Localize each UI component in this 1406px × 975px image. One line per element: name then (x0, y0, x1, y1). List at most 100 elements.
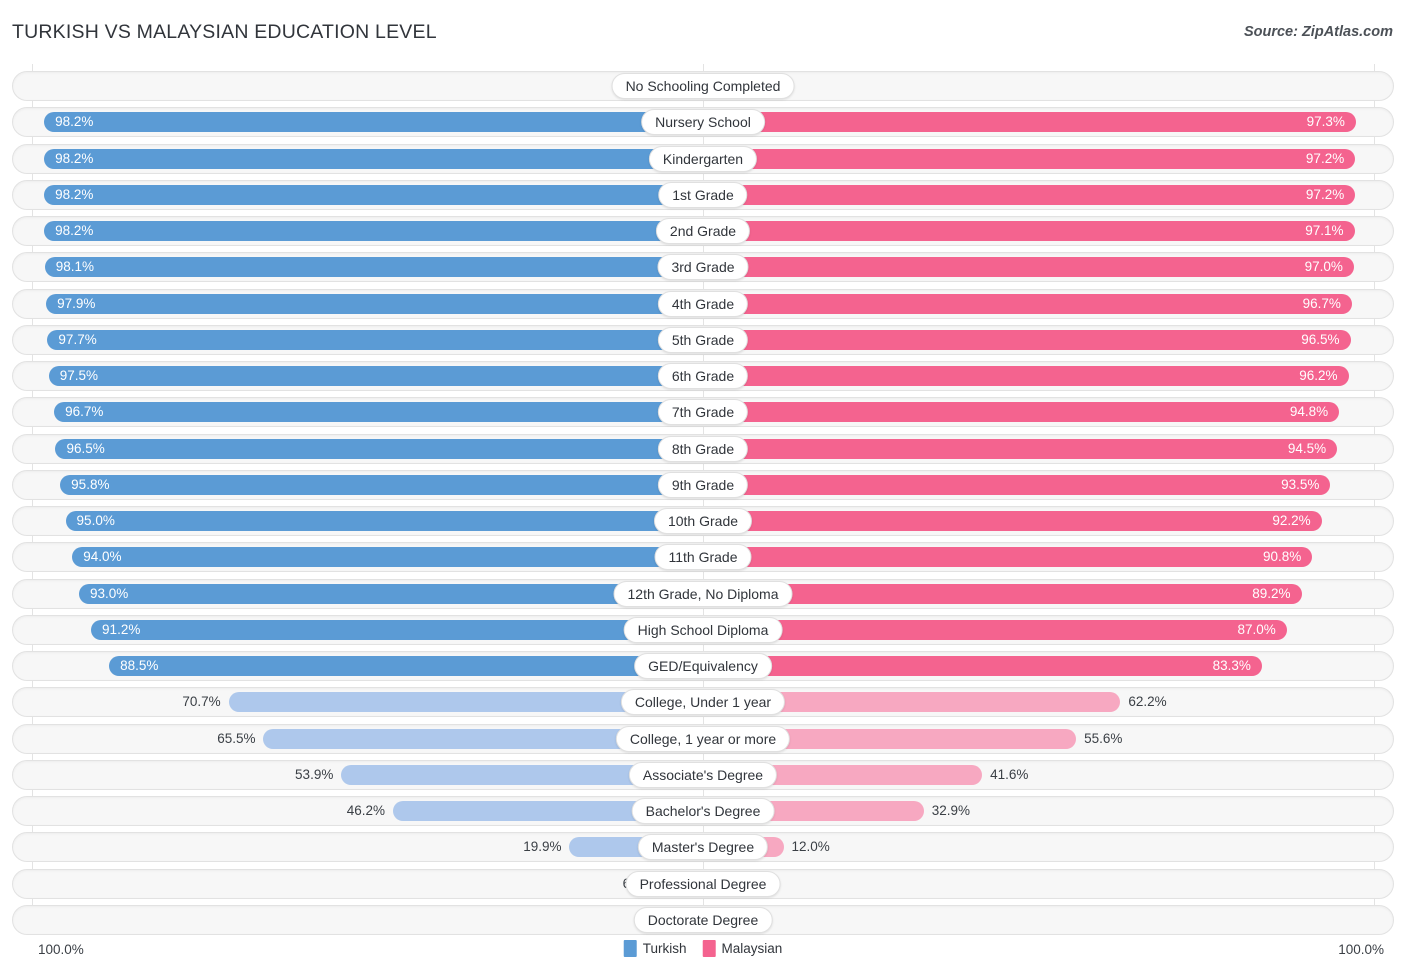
chart-row: 96.5% 94.5% 8th Grade (0, 433, 1406, 464)
chart-row: 95.8% 93.5% 9th Grade (0, 469, 1406, 500)
category-label[interactable]: Nursery School (641, 109, 765, 136)
legend-item[interactable]: Malaysian (702, 940, 782, 957)
category-label[interactable]: 3rd Grade (657, 254, 749, 281)
value-label-malaysian: 97.2% (1305, 186, 1345, 202)
category-label[interactable]: GED/Equivalency (634, 653, 772, 680)
chart-row: 65.5% 55.6% College, 1 year or more (0, 723, 1406, 754)
value-label-malaysian: 94.5% (1287, 440, 1327, 456)
category-label[interactable]: Master's Degree (637, 834, 769, 861)
chart-row: 95.0% 92.2% 10th Grade (0, 506, 1406, 537)
chart-row: 98.2% 97.1% 2nd Grade (0, 216, 1406, 247)
bar-turkish (44, 112, 703, 133)
category-label[interactable]: No Schooling Completed (611, 73, 795, 99)
value-label-turkish: 70.7% (182, 694, 221, 710)
source-attribution: Source: ZipAtlas.com (1243, 24, 1393, 40)
category-label[interactable]: 4th Grade (657, 290, 749, 317)
category-label[interactable]: Professional Degree (625, 870, 781, 897)
value-label-malaysian: 32.9% (931, 803, 971, 819)
category-label[interactable]: 12th Grade, No Diploma (613, 580, 793, 607)
value-label-malaysian: 97.3% (1306, 114, 1345, 130)
bar-turkish (47, 329, 703, 350)
value-label-turkish: 98.1% (55, 259, 95, 275)
value-label-turkish: 97.5% (59, 368, 99, 384)
bar-turkish (46, 293, 703, 314)
bar-turkish (55, 438, 703, 459)
value-label-malaysian: 96.2% (1299, 368, 1338, 384)
category-label[interactable]: 6th Grade (657, 363, 749, 390)
chart-row: 98.1% 97.0% 3rd Grade (0, 252, 1406, 283)
bar-turkish (44, 184, 703, 205)
value-label-malaysian: 94.8% (1289, 404, 1329, 420)
value-label-turkish: 97.7% (58, 331, 97, 347)
bar-turkish (44, 148, 703, 169)
bar-turkish (54, 402, 703, 423)
chart-legend: Turkish Malaysian (623, 940, 782, 957)
value-label-turkish: 96.7% (65, 404, 104, 420)
value-label-turkish: 95.8% (71, 476, 110, 492)
value-label-turkish: 19.9% (523, 839, 562, 855)
category-label[interactable]: 9th Grade (657, 471, 749, 498)
value-label-malaysian: 83.3% (1212, 658, 1251, 674)
value-label-turkish: 1.8% (0, 71, 683, 101)
chart-row: 97.5% 96.2% 6th Grade (0, 361, 1406, 392)
chart-row: 98.2% 97.3% Nursery School (0, 107, 1406, 138)
category-label[interactable]: 1st Grade (658, 181, 748, 208)
chart-row: 94.0% 90.8% 11th Grade (0, 542, 1406, 573)
bar-turkish (48, 366, 703, 387)
chart-footer: 100.0% 100.0% Turkish Malaysian (0, 938, 1406, 968)
value-label-malaysian: 97.2% (1305, 150, 1345, 166)
value-label-malaysian: 93.5% (1281, 476, 1320, 492)
value-label-malaysian: 41.6% (990, 766, 1029, 782)
value-label-turkish: 98.2% (55, 114, 94, 130)
bar-turkish (78, 583, 703, 604)
category-label[interactable]: 2nd Grade (655, 218, 751, 245)
value-label-malaysian: 90.8% (1262, 549, 1302, 565)
chart-plot-area: 1.8%2.8%No Schooling Completed 98.2% 97.3%… (0, 64, 1406, 938)
legend-swatch (623, 940, 637, 957)
value-label-turkish: 91.2% (102, 621, 141, 637)
category-label[interactable]: 7th Grade (657, 399, 749, 426)
chart-row: 19.9% 12.0% Master's Degree (0, 832, 1406, 863)
chart-row: 96.7% 94.8% 7th Grade (0, 397, 1406, 428)
value-label-turkish: 95.0% (76, 513, 115, 529)
category-label[interactable]: Kindergarten (648, 145, 758, 172)
chart-row: 93.0% 89.2% 12th Grade, No Diploma (0, 578, 1406, 609)
category-label[interactable]: 8th Grade (657, 435, 749, 462)
category-label[interactable]: Bachelor's Degree (631, 798, 775, 825)
value-label-malaysian: 55.6% (1084, 730, 1123, 746)
value-label-malaysian: 62.2% (1128, 694, 1167, 710)
axis-end-label-right: 100.0% (1338, 942, 1384, 957)
category-label[interactable]: College, Under 1 year (620, 689, 786, 716)
chart-row: 53.9% 41.6% Associate's Degree (0, 759, 1406, 790)
value-label-turkish: 96.5% (66, 440, 105, 456)
category-label[interactable]: College, 1 year or more (615, 725, 791, 752)
value-label-malaysian: 96.5% (1301, 331, 1340, 347)
chart-row: 97.7% 96.5% 5th Grade (0, 324, 1406, 355)
chart-root: TURKISH VS MALAYSIAN EDUCATION LEVEL Sou… (0, 0, 1406, 975)
value-label-malaysian: 97.0% (1304, 259, 1343, 275)
chart-row: 98.2% 97.2% 1st Grade (0, 179, 1406, 210)
value-label-malaysian: 12.0% (791, 839, 830, 855)
bar-turkish (44, 221, 703, 242)
chart-row: 98.2% 97.2% Kindergarten (0, 143, 1406, 174)
chart-row: 2.7%1.5%Doctorate Degree (0, 904, 1406, 935)
category-label[interactable]: High School Diploma (623, 616, 783, 643)
category-label[interactable]: 10th Grade (653, 508, 753, 535)
category-label[interactable]: 11th Grade (654, 544, 752, 571)
value-label-turkish: 53.9% (295, 766, 334, 782)
legend-label: Malaysian (721, 941, 783, 956)
value-label-malaysian: 96.7% (1302, 295, 1341, 311)
chart-row: 46.2% 32.9% Bachelor's Degree (0, 796, 1406, 827)
legend-label: Turkish (642, 941, 687, 956)
category-label[interactable]: 5th Grade (657, 326, 749, 353)
chart-row: 6.2%3.4%Professional Degree (0, 868, 1406, 899)
axis-end-label-left: 100.0% (38, 942, 84, 957)
category-label[interactable]: Doctorate Degree (633, 906, 773, 933)
legend-item[interactable]: Turkish (623, 940, 687, 957)
category-label[interactable]: Associate's Degree (628, 761, 778, 788)
chart-row: 88.5% 83.3% GED/Equivalency (0, 651, 1406, 682)
value-label-turkish: 6.2% (0, 869, 654, 899)
chart-row: 97.9% 96.7% 4th Grade (0, 288, 1406, 319)
bar-turkish (109, 656, 703, 677)
chart-row: 1.8%2.8%No Schooling Completed (0, 71, 1406, 101)
